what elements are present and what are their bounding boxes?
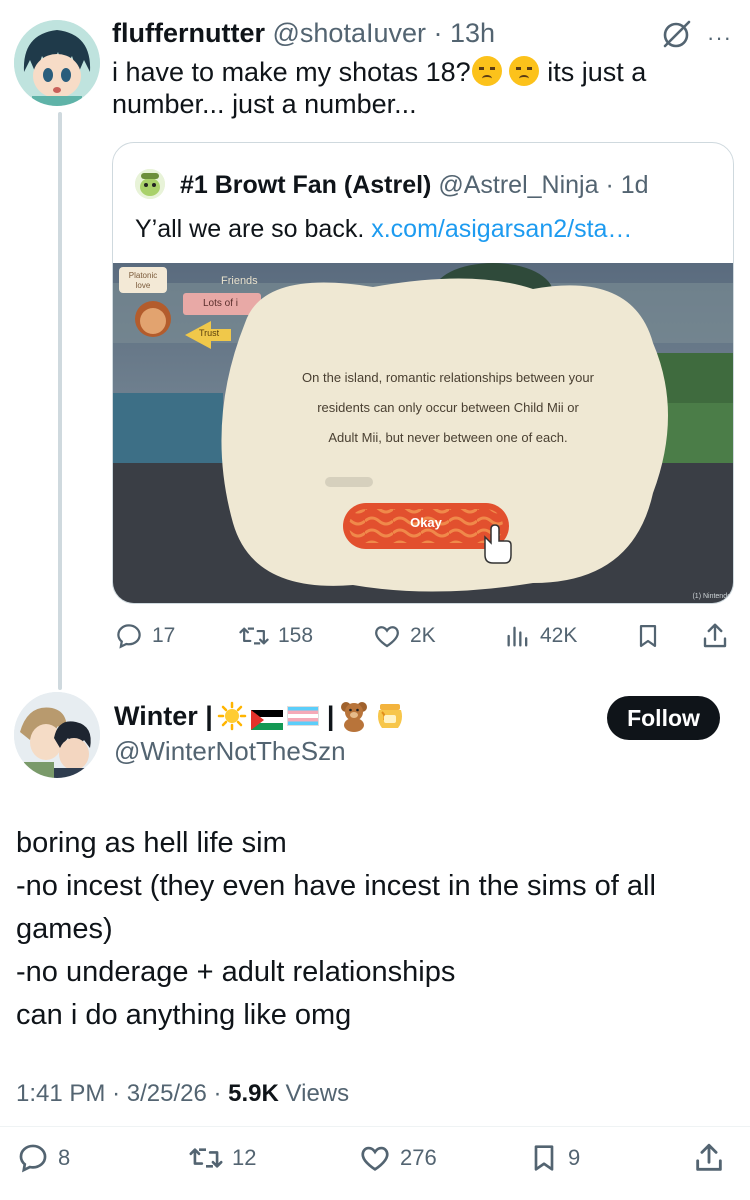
tweet-top-icons: ··· bbox=[659, 18, 732, 52]
quoted-text: Y’all we are so back. bbox=[135, 215, 372, 243]
tweet-text-line: can i do anything like omg bbox=[16, 999, 352, 1031]
tweet-text: i have to make my shotas 18? its just a … bbox=[112, 56, 712, 120]
separator-dot: · bbox=[605, 171, 614, 199]
dialog-text-line2: residents can only occur between Child M… bbox=[317, 400, 579, 415]
repost-count: 158 bbox=[278, 624, 314, 647]
dialog-text: On the island, romantic relationships be… bbox=[253, 363, 643, 453]
tweet-text-line1-after: its just a bbox=[539, 57, 647, 87]
thread-connector-line bbox=[58, 112, 62, 690]
post-time[interactable]: 1:41 PM bbox=[16, 1080, 105, 1107]
timestamp[interactable]: 13h bbox=[450, 18, 495, 48]
game-tag-friends: Friends bbox=[221, 275, 258, 287]
avatar[interactable] bbox=[14, 20, 100, 106]
tweet-text-line1: i have to make my shotas 18? bbox=[112, 57, 471, 87]
game-tag-lots: Lots of i bbox=[203, 298, 239, 309]
grok-icon[interactable] bbox=[659, 18, 693, 57]
reply-count: 8 bbox=[58, 1145, 71, 1170]
reply-icon bbox=[19, 1144, 47, 1173]
bookmark-action[interactable] bbox=[634, 616, 662, 656]
tweet-text-line: -no incest (they even have incest in the… bbox=[16, 870, 656, 902]
like-action[interactable]: 276 bbox=[358, 1138, 437, 1178]
quoted-handle[interactable]: @Astrel_Ninja bbox=[438, 171, 598, 199]
quoted-tweet-text: Y’all we are so back. x.com/asigarsan2/s… bbox=[135, 215, 632, 244]
tweet-actions: 17 158 2K 42K bbox=[112, 616, 734, 656]
like-action[interactable]: 2K bbox=[372, 616, 436, 656]
nintendo-watermark: (1) Nintendo bbox=[692, 593, 731, 600]
post-date[interactable]: 3/25/26 bbox=[127, 1080, 207, 1107]
repost-action[interactable]: 158 bbox=[238, 616, 313, 656]
repost-icon bbox=[189, 1148, 223, 1168]
quoted-tweet-header: #1 Browt Fan (Astrel) @Astrel_Ninja · 1d bbox=[135, 169, 649, 200]
views-chart-icon bbox=[507, 626, 528, 647]
separator-dot: · bbox=[112, 1080, 121, 1107]
tweet-text-line2: number... just a number... bbox=[112, 89, 417, 119]
views-action[interactable]: 42K bbox=[504, 616, 577, 656]
tweet-header: fluffernutter @shotaIuver · 13h bbox=[112, 18, 495, 49]
quoted-media-image[interactable]: Platonic love Friends Lots of i Trust On… bbox=[113, 263, 733, 603]
disappointed-face-icon bbox=[508, 56, 539, 86]
display-name[interactable]: Winter | | bbox=[114, 700, 406, 732]
repost-action[interactable]: 12 bbox=[188, 1138, 256, 1178]
views-label: Views bbox=[285, 1080, 350, 1107]
quoted-timestamp[interactable]: 1d bbox=[621, 171, 649, 199]
heart-icon bbox=[375, 626, 399, 648]
like-count: 2K bbox=[410, 624, 436, 647]
divider bbox=[0, 1126, 750, 1127]
reply-count: 17 bbox=[152, 624, 176, 647]
palestine-flag-icon bbox=[250, 706, 283, 730]
bookmark-icon bbox=[534, 1145, 554, 1171]
separator-dot: · bbox=[433, 18, 443, 48]
sun-icon bbox=[217, 701, 247, 731]
share-action[interactable] bbox=[700, 616, 730, 656]
tweet-text-line: -no underage + adult relationships bbox=[16, 956, 456, 988]
views-count: 5.9K bbox=[228, 1080, 279, 1107]
transgender-flag-icon bbox=[286, 706, 319, 726]
display-name[interactable]: fluffernutter bbox=[112, 18, 265, 48]
quoted-avatar bbox=[135, 169, 165, 199]
quoted-display-name[interactable]: #1 Browt Fan (Astrel) bbox=[180, 171, 431, 199]
game-tag-platonic: Platonic love bbox=[128, 271, 158, 290]
disappointed-face-icon bbox=[471, 56, 502, 86]
reply-action[interactable]: 17 bbox=[114, 616, 175, 656]
reply-icon bbox=[117, 624, 141, 649]
display-name-text: Winter | bbox=[114, 700, 213, 731]
tweet-actions: 8 12 276 9 bbox=[16, 1138, 736, 1178]
share-icon bbox=[703, 623, 727, 648]
name-divider: | bbox=[326, 700, 335, 731]
tweet-text-line: games) bbox=[16, 913, 113, 945]
bookmark-count: 9 bbox=[568, 1145, 581, 1170]
views-count: 42K bbox=[540, 624, 578, 647]
handle[interactable]: @WinterNotTheSzn bbox=[114, 736, 346, 767]
dialog-okay-button: Okay bbox=[410, 515, 442, 530]
like-count: 276 bbox=[400, 1145, 437, 1170]
separator-dot: · bbox=[213, 1080, 222, 1107]
teddy-bear-icon bbox=[338, 700, 370, 732]
bookmark-icon bbox=[639, 624, 657, 648]
reply-action[interactable]: 8 bbox=[16, 1138, 70, 1178]
share-icon bbox=[696, 1143, 722, 1171]
share-action[interactable] bbox=[692, 1138, 726, 1178]
quoted-link[interactable]: x.com/asigarsan2/sta… bbox=[371, 215, 632, 243]
bookmark-action[interactable]: 9 bbox=[528, 1138, 580, 1178]
tweet-meta: 1:41 PM · 3/25/26 · 5.9K Views bbox=[16, 1080, 349, 1108]
avatar[interactable] bbox=[14, 692, 100, 778]
game-tag-trust: Trust bbox=[199, 328, 220, 338]
handle[interactable]: @shotaIuver bbox=[273, 18, 426, 48]
follow-button[interactable]: Follow bbox=[607, 696, 720, 740]
tweet-text-line: boring as hell life sim bbox=[16, 827, 287, 859]
quoted-tweet[interactable]: #1 Browt Fan (Astrel) @Astrel_Ninja · 1d… bbox=[112, 142, 734, 604]
repost-count: 12 bbox=[232, 1145, 257, 1170]
heart-icon bbox=[361, 1146, 389, 1171]
dialog-text-line1: On the island, romantic relationships be… bbox=[302, 370, 594, 385]
dialog-text-line3: Adult Mii, but never between one of each… bbox=[328, 430, 568, 445]
more-options-icon[interactable]: ··· bbox=[707, 25, 732, 51]
honey-pot-icon bbox=[374, 700, 406, 732]
tweet-text: boring as hell life sim -no incest (they… bbox=[16, 822, 736, 1037]
repost-icon bbox=[239, 627, 269, 645]
